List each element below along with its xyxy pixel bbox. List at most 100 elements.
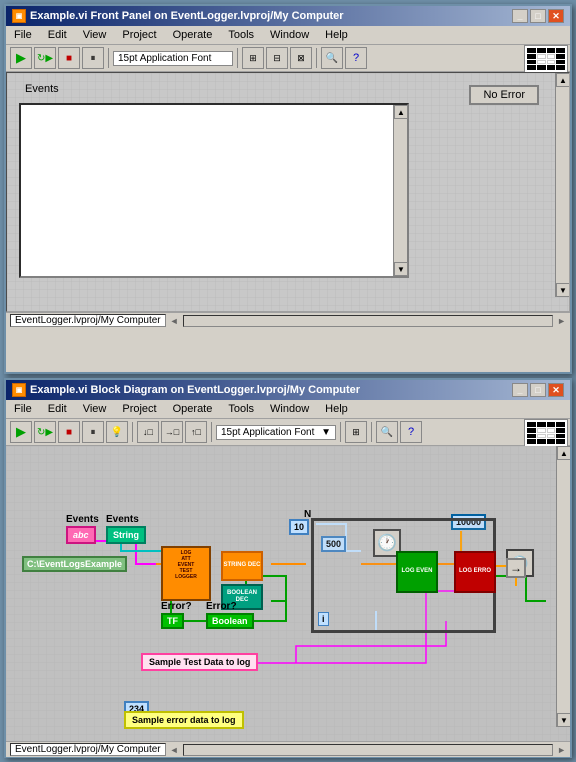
listbox-scrollbar[interactable]: ▲ ▼ <box>393 105 407 276</box>
i-terminal: i <box>318 612 329 626</box>
toolbar-separator-3 <box>316 48 317 68</box>
status-arrow: ◄ <box>170 316 179 326</box>
scroll-up-btn[interactable]: ▲ <box>394 105 408 119</box>
pause-button[interactable]: ⏸ <box>82 47 104 69</box>
menu-tools[interactable]: Tools <box>224 28 258 42</box>
toolbar-separator-1 <box>108 48 109 68</box>
menu-operate[interactable]: Operate <box>169 28 217 42</box>
align-button[interactable]: ⊞ <box>242 47 264 69</box>
bd-run-button[interactable]: ▶ <box>10 421 32 443</box>
toolbar-separator-2 <box>237 48 238 68</box>
bd-menu-window[interactable]: Window <box>266 402 313 416</box>
status-path: EventLogger.lvproj/My Computer <box>10 314 166 327</box>
sample-test-data-constant: Sample Test Data to log <box>141 653 258 671</box>
boolean-terminal: Boolean <box>206 613 254 629</box>
log-error-node: LOG ERRO <box>454 551 496 593</box>
menu-view[interactable]: View <box>79 28 111 42</box>
arrow-node: → <box>506 558 526 578</box>
n-value: 10 <box>289 519 309 535</box>
front-panel-title: Example.vi Front Panel on EventLogger.lv… <box>30 10 344 22</box>
abc-label: abc <box>73 530 89 540</box>
bd-zoom-button[interactable]: 🔍 <box>376 421 398 443</box>
close-button[interactable]: ✕ <box>548 9 564 23</box>
bd-highlight-button[interactable]: 💡 <box>106 421 128 443</box>
bd-menu-edit[interactable]: Edit <box>44 402 71 416</box>
minimize-button[interactable]: _ <box>512 9 528 23</box>
bd-pause-button[interactable]: ⏸ <box>82 421 104 443</box>
bd-help-button[interactable]: ? <box>400 421 422 443</box>
bd-scroll-up[interactable]: ▲ <box>557 446 570 460</box>
bd-step-in[interactable]: ↓□ <box>137 421 159 443</box>
abc-string-terminal: abc <box>66 526 96 544</box>
distribute-button[interactable]: ⊟ <box>266 47 288 69</box>
bd-minimize-button[interactable]: _ <box>512 383 528 397</box>
maximize-button[interactable]: □ <box>530 9 546 23</box>
run-continuously-button[interactable]: ↻▶ <box>34 47 56 69</box>
bd-font-selector[interactable]: 15pt Application Font▼ <box>216 425 336 440</box>
string-dec-node: STRING DEC <box>221 551 263 581</box>
menu-edit[interactable]: Edit <box>44 28 71 42</box>
menu-file[interactable]: File <box>10 28 36 42</box>
bd-scroll-down[interactable]: ▼ <box>557 713 570 727</box>
bd-toolbar-sep-3 <box>340 422 341 442</box>
bd-menu-file[interactable]: File <box>10 402 36 416</box>
block-diagram-title: Example.vi Block Diagram on EventLogger.… <box>30 384 360 396</box>
log-even-label: LOG EVEN <box>401 568 432 575</box>
block-diagram-title-bar: ▣ Example.vi Block Diagram on EventLogge… <box>6 380 570 400</box>
bd-menu-project[interactable]: Project <box>118 402 160 416</box>
menu-project[interactable]: Project <box>118 28 160 42</box>
scroll-up[interactable]: ▲ <box>556 73 570 87</box>
no-error-indicator: No Error <box>469 85 539 105</box>
events-label-2: Events <box>106 514 139 525</box>
block-diagram-status-bar: EventLogger.lvproj/My Computer ◄ ► <box>6 741 570 757</box>
resize-button[interactable]: ⊠ <box>290 47 312 69</box>
block-diagram-content: Events abc Events String N 10 10000 500 … <box>6 446 570 741</box>
bd-window-icon: ▣ <box>12 383 26 397</box>
events-label-1: Events <box>66 514 99 525</box>
bd-step-over[interactable]: →□ <box>161 421 183 443</box>
bd-menu-tools[interactable]: Tools <box>224 402 258 416</box>
error1-label: Error? <box>161 601 192 612</box>
front-panel-toolbar: ▶ ↻▶ ■ ⏸ 15pt Application Font ⊞ ⊟ ⊠ 🔍 ?… <box>6 45 570 72</box>
log-attr-label: LOGATTEVENTTESTLOGGER <box>165 550 207 580</box>
font-selector[interactable]: 15pt Application Font <box>113 51 233 66</box>
search-button[interactable]: 🔍 <box>321 47 343 69</box>
bd-status-arrow-right: ► <box>557 745 566 755</box>
log-error-label: LOG ERRO <box>459 568 491 575</box>
abort-button[interactable]: ■ <box>58 47 80 69</box>
bd-status-path: EventLogger.lvproj/My Computer <box>10 743 166 756</box>
menu-window[interactable]: Window <box>266 28 313 42</box>
panel-scrollbar-v[interactable]: ▲ ▼ <box>555 73 569 297</box>
bd-menu-help[interactable]: Help <box>321 402 352 416</box>
bd-toolbar-sep-2 <box>211 422 212 442</box>
bd-abort-button[interactable]: ■ <box>58 421 80 443</box>
run-button[interactable]: ▶ <box>10 47 32 69</box>
sample-error-data-constant: Sample error data to log <box>124 711 244 729</box>
sample-error-data-label: Sample error data to log <box>132 715 236 725</box>
bd-align-button[interactable]: ⊞ <box>345 421 367 443</box>
bd-toolbar-sep-4 <box>371 422 372 442</box>
bd-run-continuously-button[interactable]: ↻▶ <box>34 421 56 443</box>
bd-step-out[interactable]: ↑□ <box>185 421 207 443</box>
bd-status-scrollbar-h[interactable] <box>183 744 554 756</box>
menu-help[interactable]: Help <box>321 28 352 42</box>
window-icon: ▣ <box>12 9 26 23</box>
bd-menu-view[interactable]: View <box>79 402 111 416</box>
bd-close-button[interactable]: ✕ <box>548 383 564 397</box>
bd-toolbar-sep-1 <box>132 422 133 442</box>
scroll-down[interactable]: ▼ <box>556 283 570 297</box>
block-diagram-toolbar: ▶ ↻▶ ■ ⏸ 💡 ↓□ →□ ↑□ 15pt Application Fon… <box>6 419 570 446</box>
block-diagram-window: ▣ Example.vi Block Diagram on EventLogge… <box>4 378 572 758</box>
status-scrollbar-h[interactable] <box>183 315 554 327</box>
status-arrow-right: ► <box>557 316 566 326</box>
block-diagram-menu-bar: File Edit View Project Operate Tools Win… <box>6 400 570 419</box>
help-button[interactable]: ? <box>345 47 367 69</box>
log-attr-node: LOGATTEVENTTESTLOGGER <box>161 546 211 601</box>
scroll-down-btn[interactable]: ▼ <box>394 262 408 276</box>
log-even-node: LOG EVEN <box>396 551 438 593</box>
bd-scrollbar-v[interactable]: ▲ ▼ <box>556 446 570 727</box>
front-panel-content: Events No Error ▲ ▼ ▲ ▼ <box>6 72 570 312</box>
events-label: Events <box>25 83 59 95</box>
bd-menu-operate[interactable]: Operate <box>169 402 217 416</box>
bd-maximize-button[interactable]: □ <box>530 383 546 397</box>
